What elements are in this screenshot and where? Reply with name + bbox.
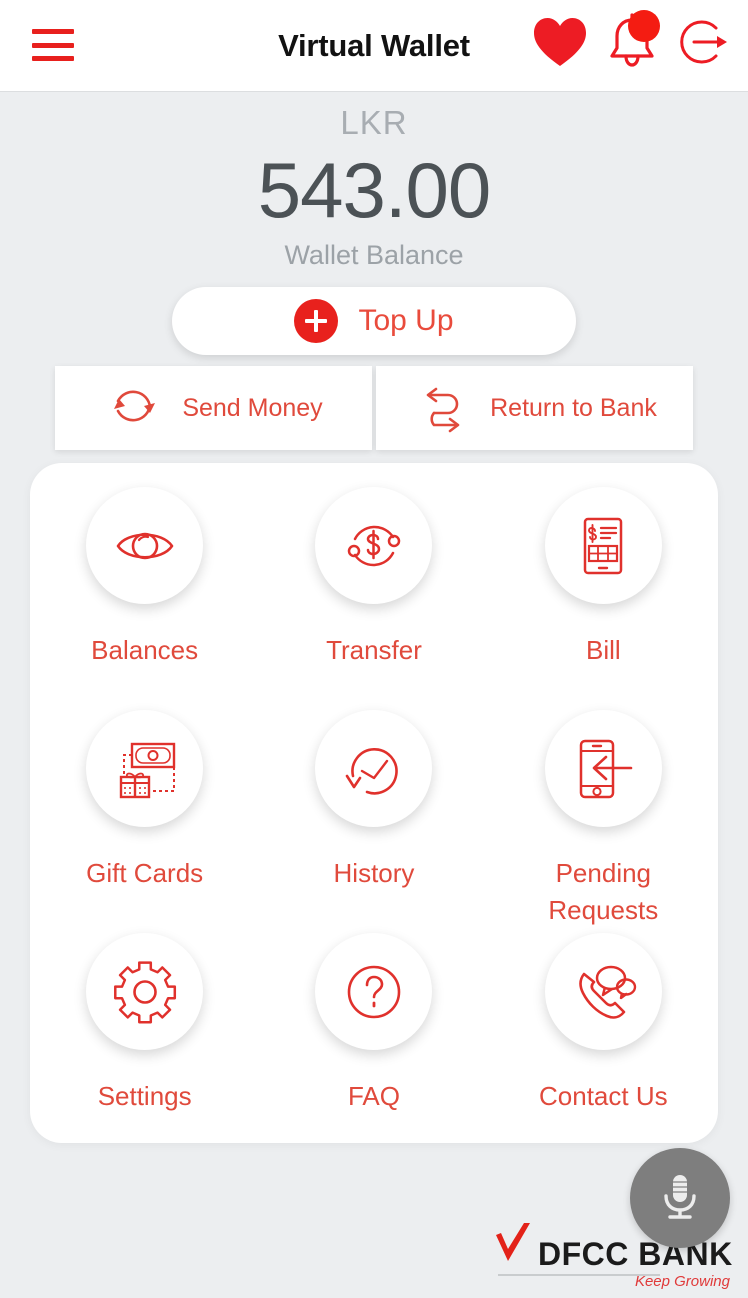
banknote-gift-icon — [86, 710, 204, 827]
brand-name: DFCC BANK — [538, 1236, 733, 1272]
grid-label: Pending Requests — [548, 858, 659, 925]
grid-item-bill[interactable]: Bill — [489, 485, 718, 708]
send-money-button[interactable]: Send Money — [55, 366, 372, 450]
quick-actions-row: Send Money Return to Bank — [55, 366, 693, 450]
phone-incoming-icon — [544, 710, 662, 827]
voice-assistant-button[interactable] — [630, 1148, 730, 1248]
grid-item-history[interactable]: History — [259, 708, 488, 931]
balance-amount: 543.00 — [257, 146, 492, 234]
send-money-label: Send Money — [182, 393, 323, 422]
eye-icon — [86, 487, 204, 604]
grid-label: FAQ — [347, 1081, 400, 1111]
currency-code: LKR — [340, 104, 408, 141]
return-to-bank-label: Return to Bank — [490, 393, 657, 422]
app-header: Virtual Wallet — [0, 0, 748, 92]
refresh-arrows-icon — [104, 375, 166, 442]
top-up-button[interactable]: Top Up — [172, 287, 576, 355]
return-to-bank-button[interactable]: Return to Bank — [376, 366, 693, 450]
grid-label: Contact Us — [539, 1081, 668, 1111]
app-root: Virtual Wallet LKR 543.00 Wallet Balance… — [0, 0, 748, 1298]
grid-label: Transfer — [326, 635, 422, 665]
brand-tagline: Keep Growing — [634, 1273, 730, 1290]
phone-chat-icon — [544, 933, 662, 1050]
grid-item-settings[interactable]: Settings — [30, 931, 259, 1154]
top-up-label: Top Up — [358, 304, 454, 337]
grid-item-contact-us[interactable]: Contact Us — [489, 931, 718, 1154]
plus-circle-icon — [294, 299, 339, 343]
grid-label: Gift Cards — [86, 858, 204, 888]
question-mark-icon — [315, 933, 433, 1050]
services-card: Balances Transfer Bill Gift Cards Histor… — [30, 463, 718, 1143]
clock-history-icon — [315, 710, 433, 827]
services-grid: Balances Transfer Bill Gift Cards Histor… — [30, 485, 718, 1154]
grid-item-gift-cards[interactable]: Gift Cards — [30, 708, 259, 931]
grid-item-faq[interactable]: FAQ — [259, 931, 488, 1154]
microphone-icon — [652, 1168, 708, 1229]
heart-icon[interactable] — [530, 8, 590, 76]
grid-label: History — [333, 858, 415, 888]
dollar-transfer-icon — [315, 487, 433, 604]
balance-label: Wallet Balance — [284, 240, 464, 270]
grid-label: Settings — [97, 1081, 192, 1111]
grid-item-balances[interactable]: Balances — [30, 485, 259, 708]
grid-label: Bill — [585, 635, 621, 665]
notification-badge — [628, 10, 660, 42]
wallet-balance-block: LKR 543.00 Wallet Balance — [0, 95, 748, 275]
grid-item-pending-requests[interactable]: Pending Requests — [489, 708, 718, 931]
grid-label: Balances — [91, 635, 199, 665]
dfcc-checkmark-icon — [494, 1221, 534, 1270]
logout-icon[interactable] — [674, 8, 734, 76]
invoice-icon — [544, 487, 662, 604]
grid-item-transfer[interactable]: Transfer — [259, 485, 488, 708]
gear-icon — [86, 933, 204, 1050]
swap-arrows-icon — [412, 375, 474, 442]
bell-icon[interactable] — [602, 8, 662, 76]
header-actions — [530, 8, 734, 76]
